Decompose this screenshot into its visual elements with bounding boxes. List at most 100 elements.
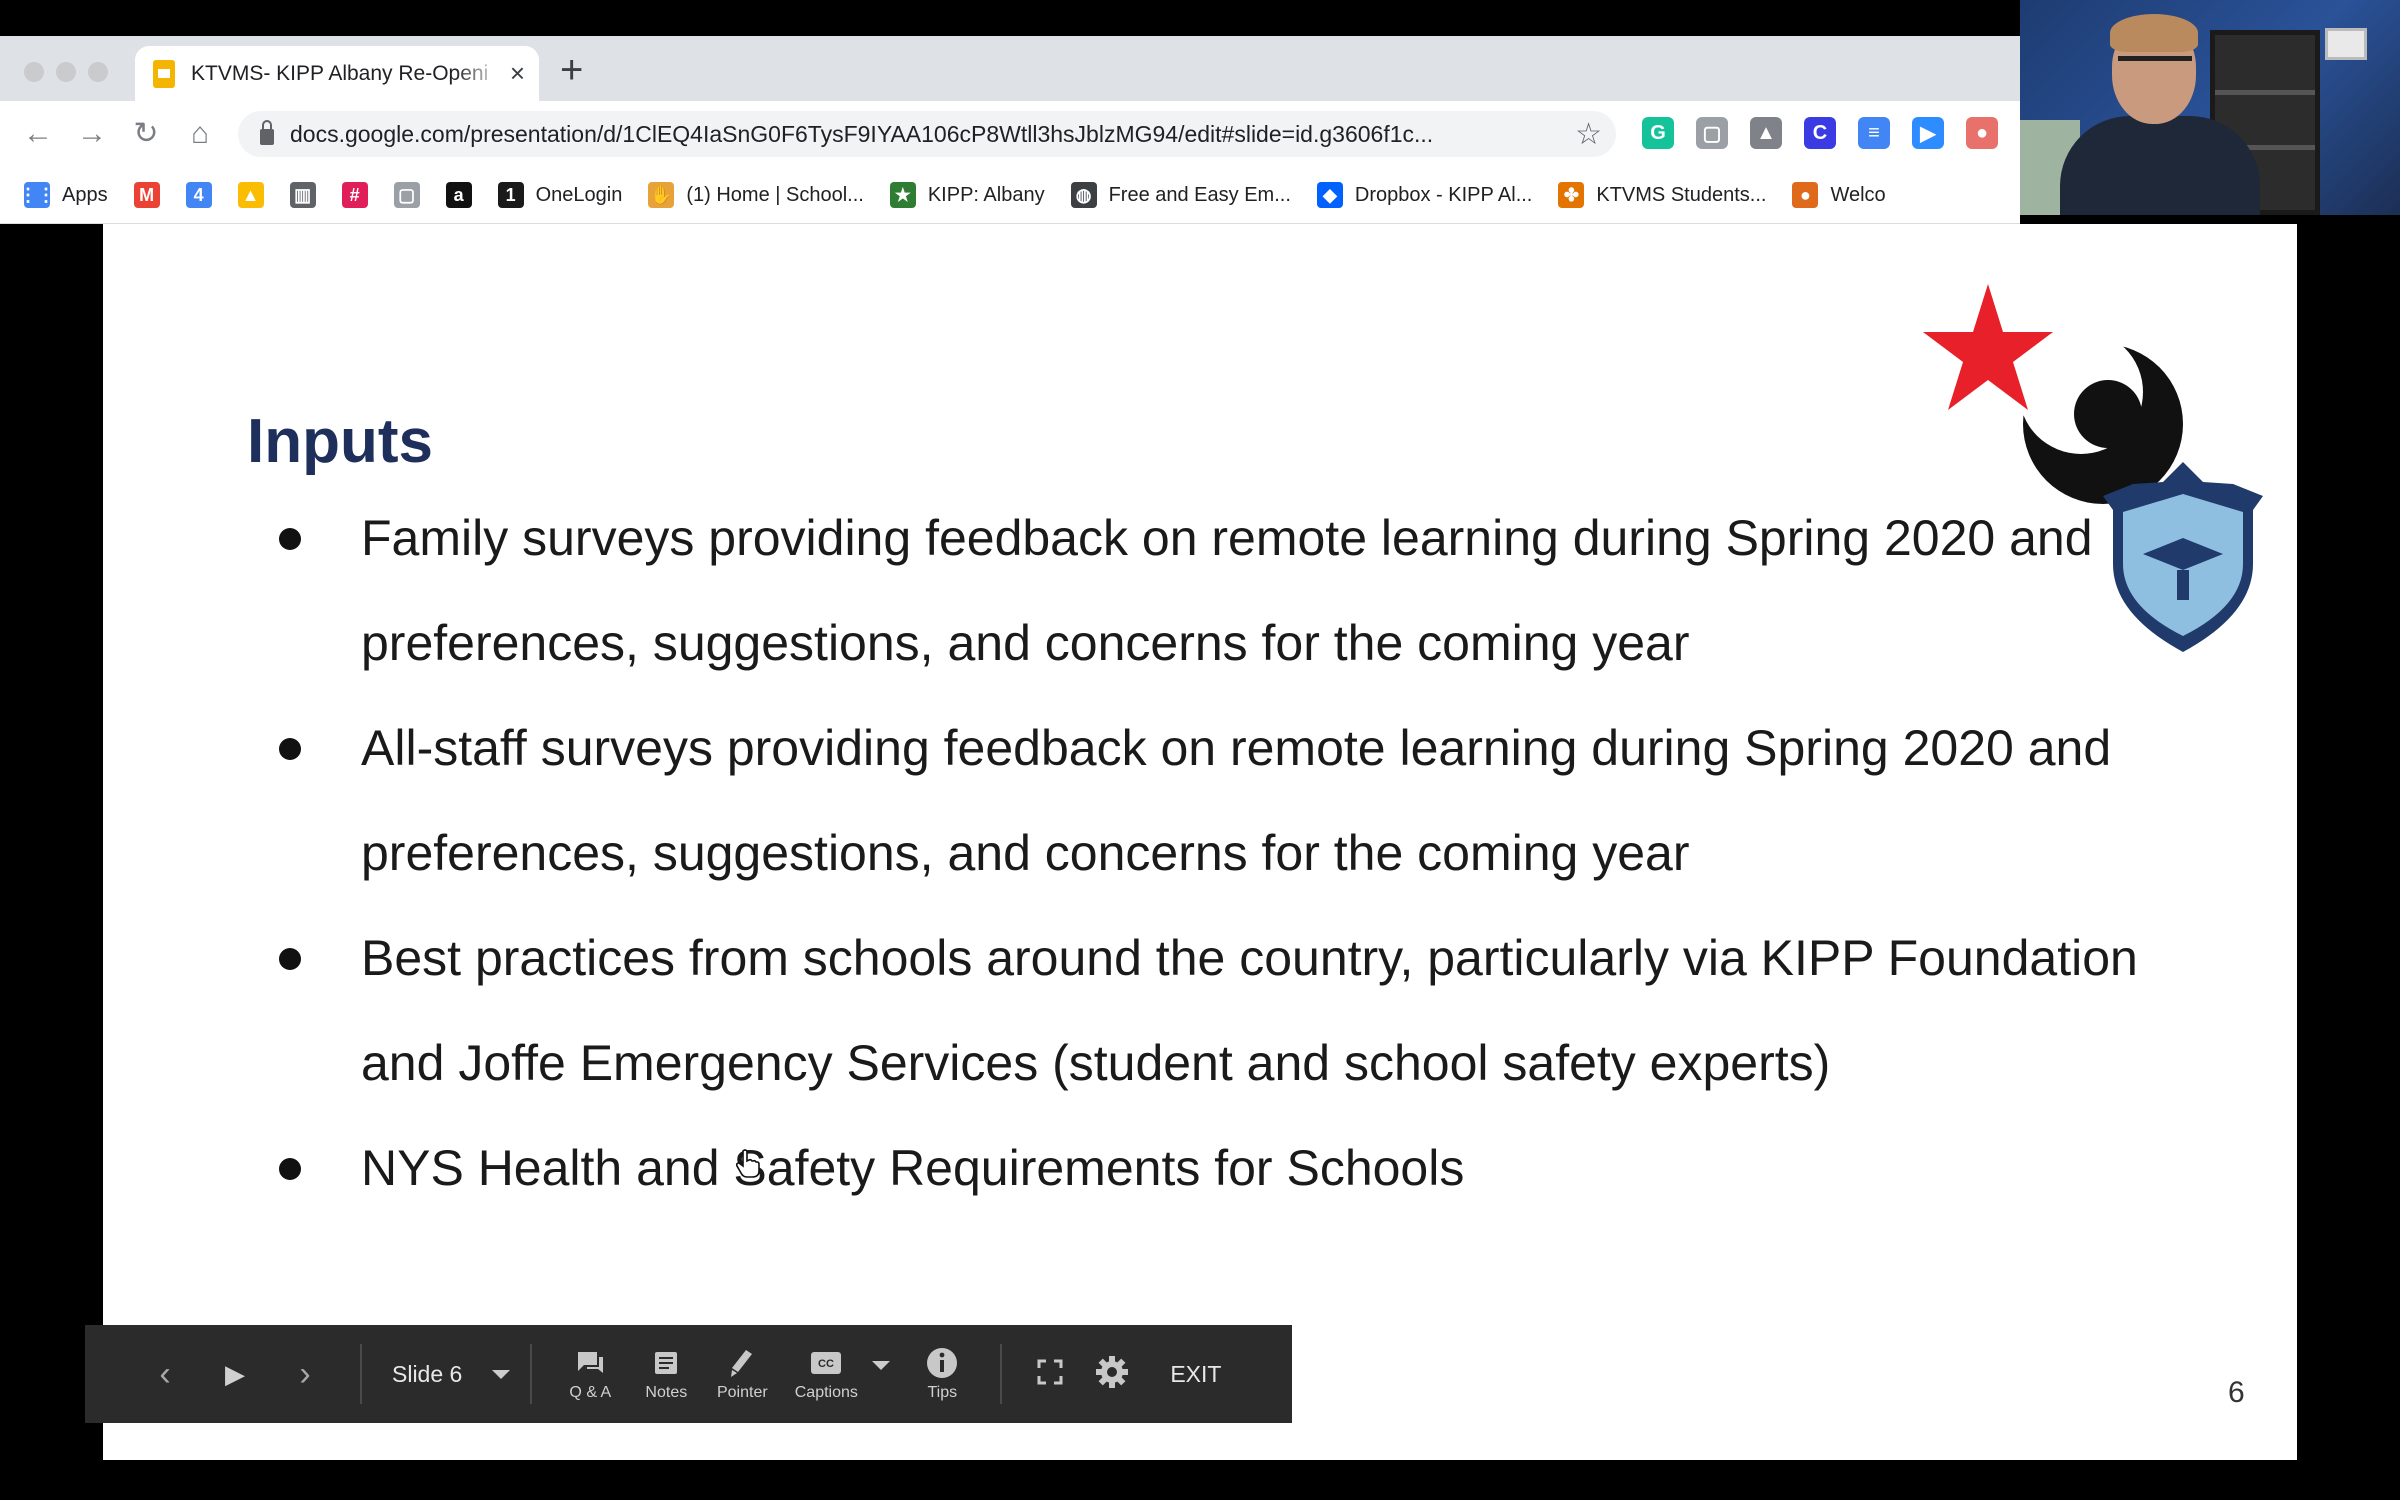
- bullet-text: Family surveys providing feedback on rem…: [361, 510, 2093, 671]
- captions-icon: CC: [811, 1352, 842, 1374]
- apps-grid-icon: ⋮⋮: [19, 182, 55, 208]
- bookmark-label: Dropbox - KIPP Al...: [1354, 183, 1533, 206]
- settings-button[interactable]: [1094, 1354, 1130, 1395]
- bullet-text: All-staff surveys providing feedback on …: [361, 720, 2112, 881]
- bullet-item: All-staff surveys providing feedback on …: [271, 696, 2151, 906]
- new-tab-button[interactable]: +: [560, 48, 583, 92]
- bookmark-slack[interactable]: #: [341, 182, 368, 208]
- onelogin-icon: 1: [497, 182, 524, 208]
- pointer-button[interactable]: Pointer: [704, 1346, 780, 1402]
- tips-button[interactable]: Tips: [904, 1346, 980, 1402]
- fullscreen-button[interactable]: [1036, 1358, 1064, 1391]
- window-close-dot[interactable]: [24, 62, 44, 82]
- browser-window: KTVMS- KIPP Albany Re-Openi × + ← → ↻ ⌂ …: [0, 36, 2020, 224]
- trello-icon: ▥: [289, 182, 316, 208]
- window-zoom-dot[interactable]: [88, 62, 108, 82]
- webcam-video: [2020, 0, 2400, 215]
- hand-icon: ✋: [648, 182, 675, 208]
- page-icon[interactable]: ▢: [1696, 117, 1728, 149]
- tab-title: KTVMS- KIPP Albany Re-Openi: [191, 61, 489, 85]
- drive-icon: ▲: [237, 182, 264, 208]
- forward-button[interactable]: →: [72, 114, 112, 154]
- bookmark-label: Free and Easy Em...: [1108, 183, 1291, 206]
- bullet-item: Family surveys providing feedback on rem…: [271, 486, 2151, 696]
- browser-toolbar: ← → ↻ ⌂ docs.google.com/presentation/d/1…: [0, 101, 2020, 167]
- chevron-down-icon[interactable]: [492, 1369, 511, 1379]
- bookmark-dropbox-kipp-al[interactable]: ◆ Dropbox - KIPP Al...: [1316, 182, 1533, 208]
- bookmark-free-and-easy-em[interactable]: ◍ Free and Easy Em...: [1070, 182, 1291, 208]
- webcam-person-body: [2060, 116, 2260, 215]
- notes-label: Notes: [645, 1384, 688, 1401]
- toolbar-divider: [360, 1344, 362, 1404]
- drive-icon[interactable]: ▲: [1750, 117, 1782, 149]
- pinwheel-icon: ✤: [1558, 182, 1585, 208]
- bookmark-star-icon[interactable]: ☆: [1575, 117, 1602, 152]
- tab-strip: KTVMS- KIPP Albany Re-Openi × +: [0, 36, 2020, 101]
- toolbar-divider: [1000, 1344, 1003, 1404]
- bookmark-kipp-albany[interactable]: ★ KIPP: Albany: [889, 182, 1045, 208]
- tab-active[interactable]: KTVMS- KIPP Albany Re-Openi ×: [135, 46, 539, 101]
- home-button[interactable]: ⌂: [180, 114, 220, 154]
- bookmark-onelogin[interactable]: 1 OneLogin: [497, 182, 622, 208]
- c-icon[interactable]: C: [1804, 117, 1836, 149]
- captions-chevron-down-icon[interactable]: [872, 1360, 891, 1370]
- qa-button[interactable]: Q & A: [552, 1346, 628, 1402]
- extension-icon[interactable]: ●: [1966, 117, 1998, 149]
- bookmark-apps[interactable]: ⋮⋮ Apps: [19, 182, 108, 208]
- back-button[interactable]: ←: [18, 114, 58, 154]
- previous-slide-button[interactable]: ‹: [130, 1355, 200, 1394]
- bookmark-amazon[interactable]: a: [445, 182, 472, 208]
- bookmark-label: (1) Home | School...: [686, 183, 864, 206]
- calendar-icon: 4: [185, 182, 212, 208]
- webcam-person-hair: [2110, 14, 2198, 52]
- globe-icon: ◍: [1070, 182, 1097, 208]
- play-button[interactable]: ▶: [200, 1359, 270, 1390]
- notes-button[interactable]: Notes: [628, 1346, 704, 1402]
- url-text[interactable]: docs.google.com/presentation/d/1ClEQ4IaS…: [290, 121, 1550, 148]
- bullet-dot-icon: [279, 528, 301, 550]
- tips-icon: [927, 1348, 958, 1378]
- address-bar[interactable]: docs.google.com/presentation/d/1ClEQ4IaS…: [238, 111, 1616, 157]
- qa-label: Q & A: [569, 1384, 612, 1401]
- bullet-item: NYS Health and Safety Requirements for S…: [271, 1116, 2151, 1221]
- grammarly-icon[interactable]: G: [1642, 117, 1674, 149]
- bookmark-page[interactable]: ▢: [393, 182, 420, 208]
- presenter-toolbar: ‹ ▶ › Slide 6 Q & A Notes Pointer CC Cap…: [85, 1325, 1292, 1423]
- toolbar-divider: [530, 1344, 533, 1404]
- reload-button[interactable]: ↻: [126, 114, 166, 154]
- bullet-dot-icon: [279, 1158, 301, 1180]
- bookmark-trello[interactable]: ▥: [289, 182, 316, 208]
- bookmark-label: Welco: [1830, 183, 1886, 206]
- bullet-list: Family surveys providing feedback on rem…: [271, 486, 2151, 1221]
- bookmark-drive[interactable]: ▲: [237, 182, 264, 208]
- slide-selector[interactable]: Slide 6: [392, 1361, 511, 1388]
- webcam-picture-frame: [2325, 28, 2367, 60]
- bullet-dot-icon: [279, 738, 301, 760]
- bookmark-ktvms-students[interactable]: ✤ KTVMS Students...: [1558, 182, 1766, 208]
- window-minimize-dot[interactable]: [56, 62, 76, 82]
- bookmark-gmail[interactable]: M: [133, 182, 160, 208]
- webcam-person-glasses: [2118, 56, 2192, 72]
- next-slide-button[interactable]: ›: [270, 1355, 340, 1394]
- pointer-label: Pointer: [716, 1384, 768, 1401]
- captions-label: Captions: [794, 1384, 858, 1401]
- pointer-icon: [731, 1350, 753, 1377]
- screen: KTVMS- KIPP Albany Re-Openi × + ← → ↻ ⌂ …: [0, 0, 2400, 1500]
- bullet-text: NYS Health and Safety Requirements for S…: [361, 1140, 1465, 1196]
- zoom-icon[interactable]: ▶: [1912, 117, 1944, 149]
- slack-icon: #: [341, 182, 368, 208]
- exit-button[interactable]: EXIT: [1170, 1361, 1221, 1388]
- bookmark-1-home-school[interactable]: ✋ (1) Home | School...: [648, 182, 864, 208]
- tips-label: Tips: [927, 1384, 958, 1401]
- lock-icon: [260, 120, 274, 145]
- captions-button[interactable]: CC Captions: [780, 1346, 872, 1402]
- slide-title: Inputs: [247, 407, 433, 476]
- bookmarks-bar: ⋮⋮ Apps M 4 ▲ ▥ # ▢ a 1 OneLogin ✋ (1) Home | School…: [0, 167, 2020, 224]
- slides-favicon-icon: [153, 59, 175, 88]
- bookmark-welco[interactable]: ● Welco: [1792, 182, 1886, 208]
- bullet-item: Best practices from schools around the c…: [271, 906, 2151, 1116]
- docs-icon[interactable]: ≡: [1858, 117, 1890, 149]
- bookmark-calendar[interactable]: 4: [185, 182, 212, 208]
- presentation-slide[interactable]: Inputs Family surveys providing feedback…: [103, 224, 2297, 1460]
- tab-close-icon[interactable]: ×: [510, 58, 525, 89]
